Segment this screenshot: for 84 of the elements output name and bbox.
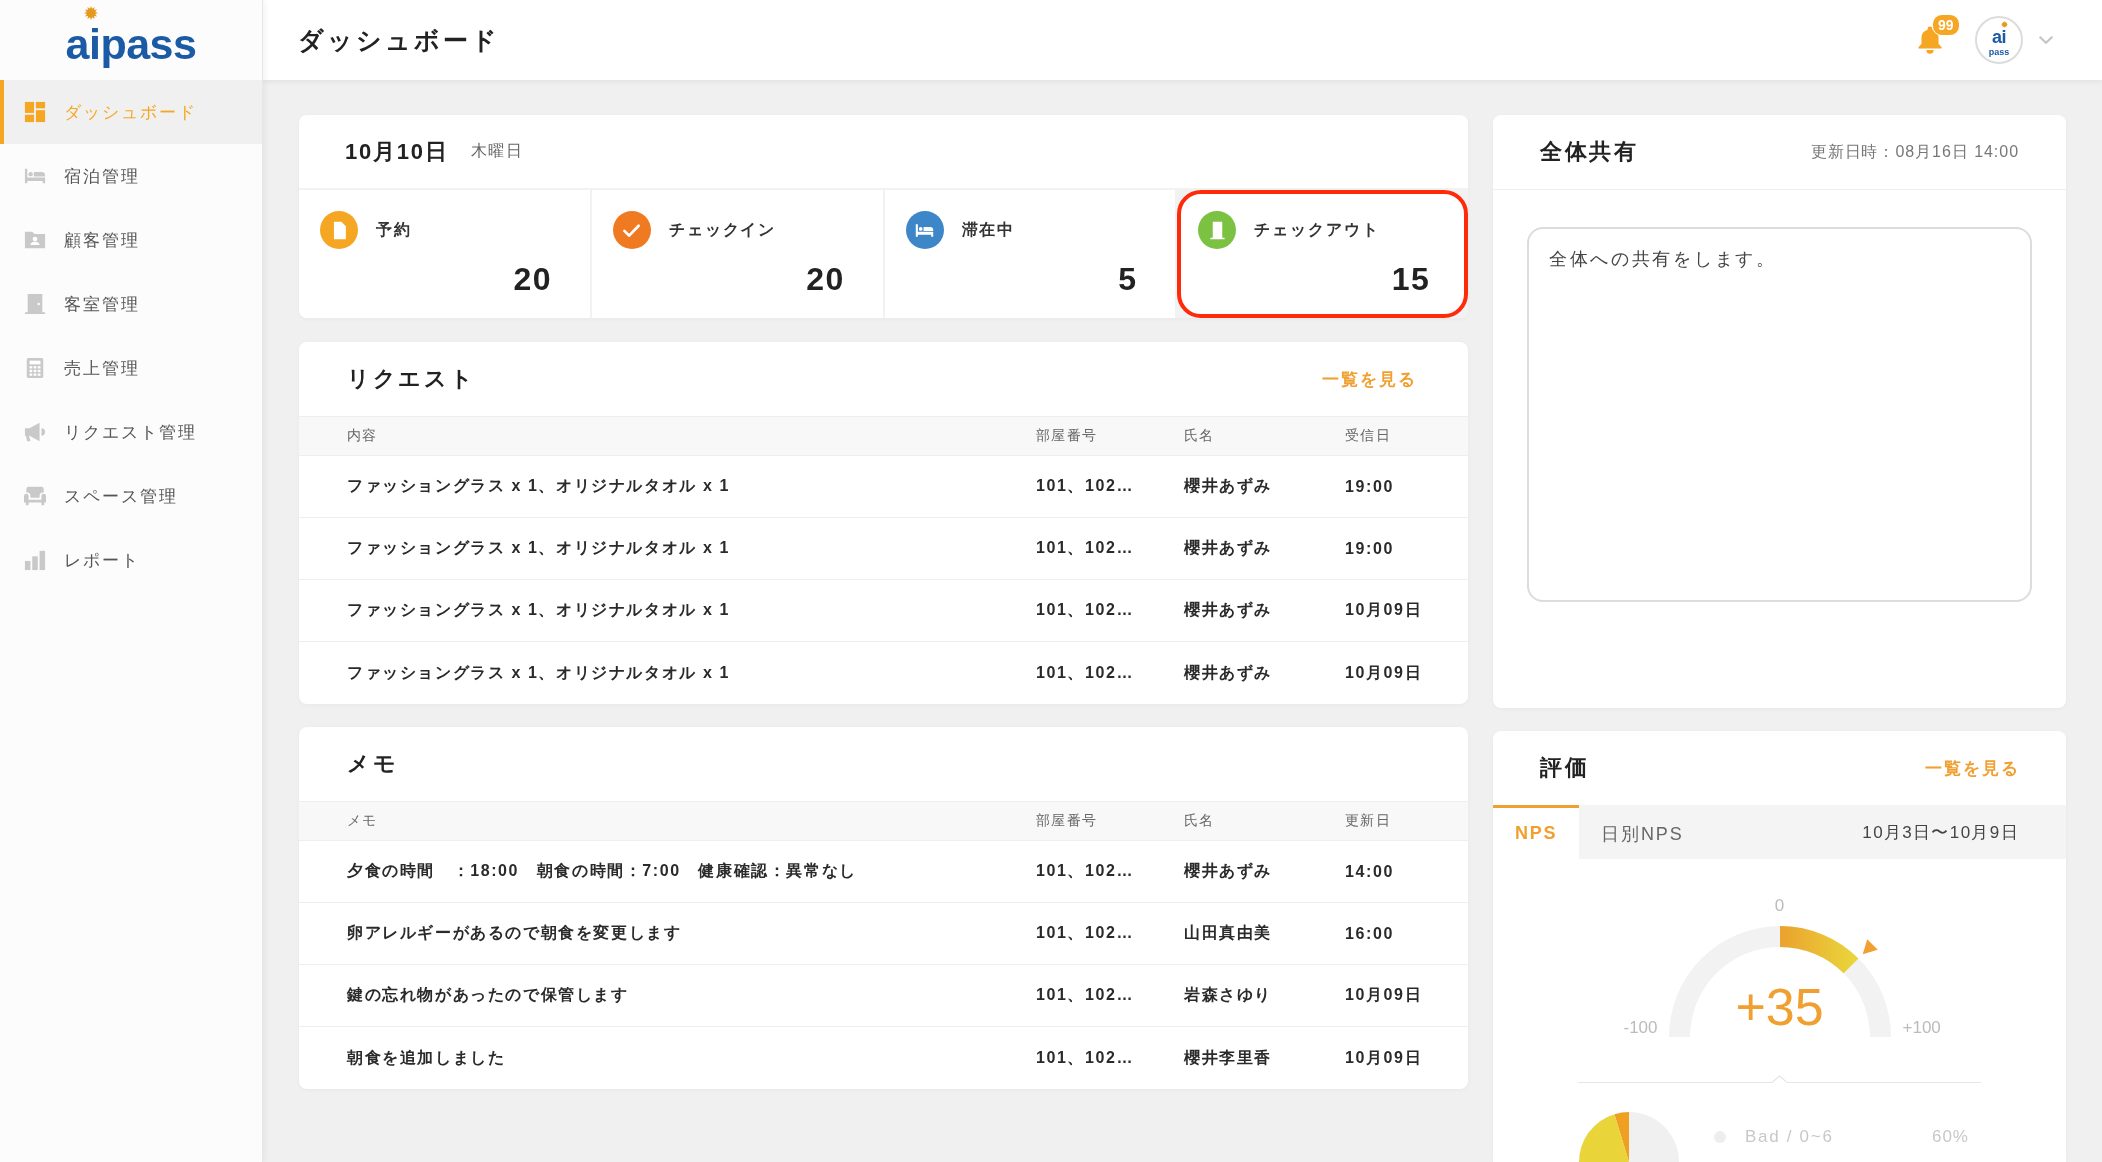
card-title: メモ [347, 750, 399, 778]
sidebar-item[interactable]: リクエスト管理 [0, 400, 262, 464]
table-cell-text: 101、102… [1036, 861, 1135, 881]
sun-icon [83, 6, 98, 20]
bar-chart-icon [24, 549, 46, 571]
avatar-button[interactable]: ai pass [1975, 16, 2023, 64]
column-header: 氏名 [1184, 427, 1215, 445]
table-cell-text: ファッショングラス x 1、オリジナルタオル x 1 [347, 662, 730, 683]
logo: aipass [65, 20, 197, 68]
stat-value: 20 [513, 261, 552, 297]
table-cell-text: 櫻井李里香 [1184, 1047, 1272, 1068]
grid-icon [24, 101, 46, 123]
stat-label: チェックイン [668, 219, 777, 240]
armchair-icon [24, 485, 46, 507]
date-text: 10月10日 [345, 137, 449, 166]
stat-value: 15 [1391, 261, 1430, 297]
table-cell-text: 101、102… [1036, 662, 1135, 683]
gauge-label: 0 [1774, 897, 1785, 915]
column-header: 受信日 [1345, 427, 1392, 445]
table-cell-text: ファッショングラス x 1、オリジナルタオル x 1 [347, 600, 730, 620]
table-cell: 櫻井あずみ [1184, 861, 1272, 882]
stat-label: 予約 [376, 219, 412, 240]
table-cell-text: 10月09日 [1345, 600, 1423, 620]
page-title: ダッシュボード [298, 24, 500, 56]
sidebar-item[interactable]: 売上管理 [0, 336, 262, 400]
stat-label: 滞在中 [961, 219, 1016, 240]
updated-time: 更新日時：08月16日 14:00 [1810, 141, 2019, 162]
column-header: 部屋番号 [1036, 427, 1098, 445]
table-cell: 16:00 [1345, 924, 1394, 943]
table-cell-text: 101、102… [1036, 923, 1135, 943]
table-cell: 櫻井あずみ [1184, 662, 1272, 684]
table-cell-text: 岩森さゆり [1184, 985, 1272, 1005]
chevron-down-icon[interactable] [2038, 35, 2054, 45]
table-cell-text: 鍵の忘れ物があったので保管します [347, 985, 629, 1005]
stat-value: 5 [1118, 261, 1138, 297]
notification-badge: 99 [1932, 14, 1960, 36]
nps-score: +35 [1735, 981, 1824, 1033]
table-cell-text: 卵アレルギーがあるので朝食を変更します [347, 923, 682, 943]
column-header: 内容 [347, 427, 378, 445]
table-cell-text: 10月09日 [1345, 1047, 1423, 1068]
stat-value: 20 [806, 261, 845, 297]
stat-label: チェックアウト [1254, 219, 1380, 240]
folder-person-icon [24, 229, 46, 251]
pointer-icon [1862, 939, 1878, 955]
sidebar-item[interactable]: 客室管理 [0, 272, 262, 336]
table-cell-text: 101、102… [1036, 538, 1135, 558]
sidebar-item[interactable]: レポート [0, 528, 262, 592]
calculator-icon [24, 357, 46, 379]
sidebar-item[interactable]: 宿泊管理 [0, 144, 262, 208]
table-cell-text: 101、102… [1036, 1047, 1135, 1068]
card-title: 評価 [1540, 754, 1590, 782]
column-header: 部屋番号 [1036, 812, 1098, 830]
table-cell: 櫻井あずみ [1184, 538, 1272, 559]
door-icon [24, 293, 46, 315]
card-title: リクエスト [347, 365, 476, 393]
table-cell-text: 10月09日 [1345, 985, 1423, 1005]
table-cell-text: 101、102… [1036, 476, 1135, 496]
table-cell: 19:00 [1345, 477, 1394, 496]
table-cell: 夕食の時間 ：18:00 朝食の時間：7:00 健康確認：異常なし [347, 861, 857, 882]
table-cell: 19:00 [1345, 539, 1394, 558]
card-title: 全体共有 [1540, 138, 1639, 166]
table-cell-text: 10月09日 [1345, 662, 1423, 683]
table-cell-text: 山田真由美 [1184, 923, 1272, 943]
table-cell: 櫻井あずみ [1184, 600, 1272, 621]
date-range: 10月3日〜10月9日 [1862, 821, 2020, 844]
sidebar-item[interactable]: 顧客管理 [0, 208, 262, 272]
column-header: 更新日 [1345, 812, 1392, 830]
table-cell: 14:00 [1345, 862, 1394, 881]
sidebar-item[interactable]: スペース管理 [0, 464, 262, 528]
gauge-label: +100 [1902, 1019, 1941, 1037]
gauge-label: -100 [1623, 1019, 1658, 1037]
megaphone-icon [24, 421, 46, 443]
table-cell: 櫻井あずみ [1184, 476, 1272, 497]
table-cell-text: ファッショングラス x 1、オリジナルタオル x 1 [347, 538, 730, 558]
sun-icon [2001, 21, 2008, 28]
tab[interactable]: 日別NPS [1579, 805, 1706, 859]
table-cell-text: 101、102… [1036, 600, 1135, 620]
weekday-text: 木曜日 [470, 141, 524, 161]
column-header: 氏名 [1184, 812, 1215, 830]
column-header: メモ [347, 812, 378, 830]
table-cell-text: ファッショングラス x 1、オリジナルタオル x 1 [347, 476, 730, 496]
table-cell-text: 101、102… [1036, 985, 1135, 1005]
share-text-field[interactable]: 全体への共有をします。 [1527, 227, 2032, 602]
table-cell-text: 朝食を追加しました [347, 1047, 506, 1068]
